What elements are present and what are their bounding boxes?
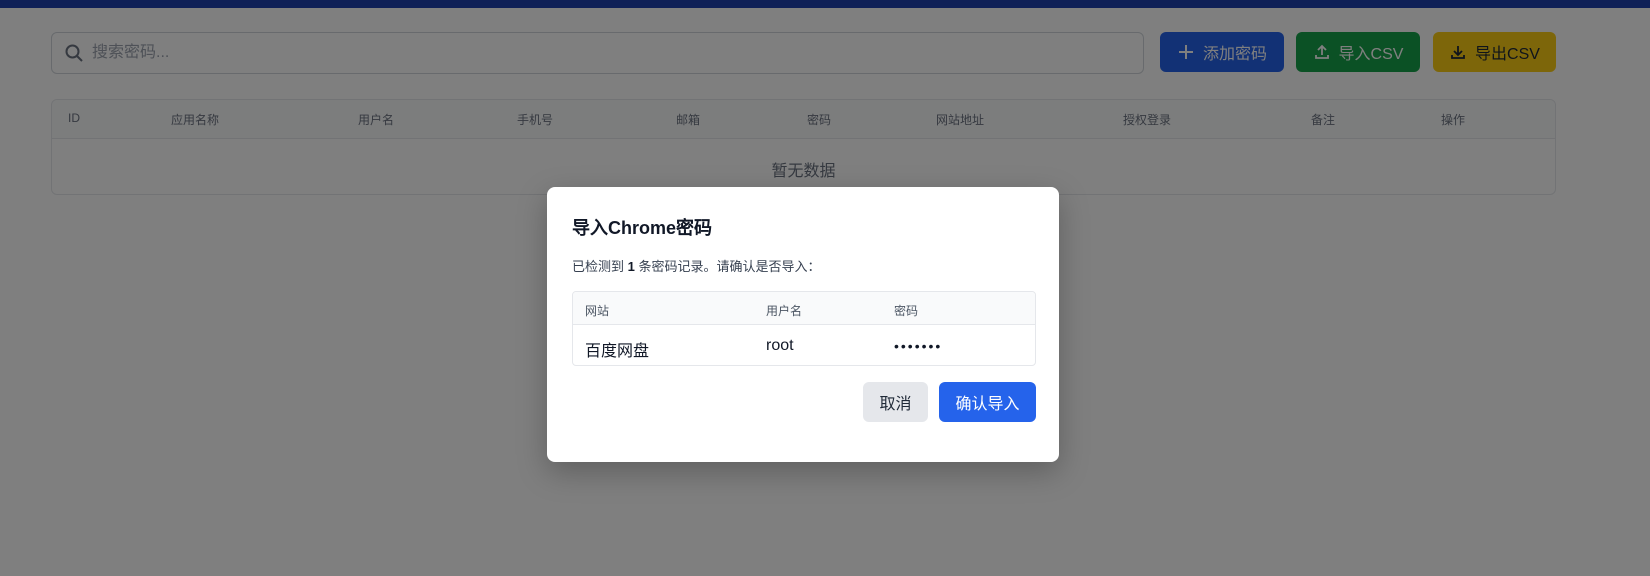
preview-header-password: 密码 xyxy=(894,304,919,318)
preview-header-username: 用户名 xyxy=(766,304,803,318)
record-count: 1 xyxy=(627,259,635,274)
dialog-description: 已检测到 1 条密码记录。请确认是否导入： xyxy=(572,256,820,275)
dialog-title: 导入Chrome密码 xyxy=(572,218,713,238)
dialog-description-prefix: 已检测到 xyxy=(572,259,628,274)
cancel-button[interactable]: 取消 xyxy=(863,382,928,422)
dialog-description-suffix: 条密码记录。请确认是否导入： xyxy=(634,259,821,274)
confirm-import-button[interactable]: 确认导入 xyxy=(939,382,1036,422)
preview-cell-username: root xyxy=(766,337,794,354)
import-preview-table: 网站 用户名 密码 百度网盘 root ••••••• xyxy=(572,291,1036,366)
import-chrome-dialog: 导入Chrome密码 已检测到 1 条密码记录。请确认是否导入： 网站 用户名 … xyxy=(547,187,1059,462)
preview-cell-password: ••••••• xyxy=(894,338,943,354)
preview-header-site: 网站 xyxy=(585,304,610,318)
preview-cell-site: 百度网盘 xyxy=(585,343,650,360)
preview-table-header: 网站 用户名 密码 xyxy=(573,292,1035,325)
